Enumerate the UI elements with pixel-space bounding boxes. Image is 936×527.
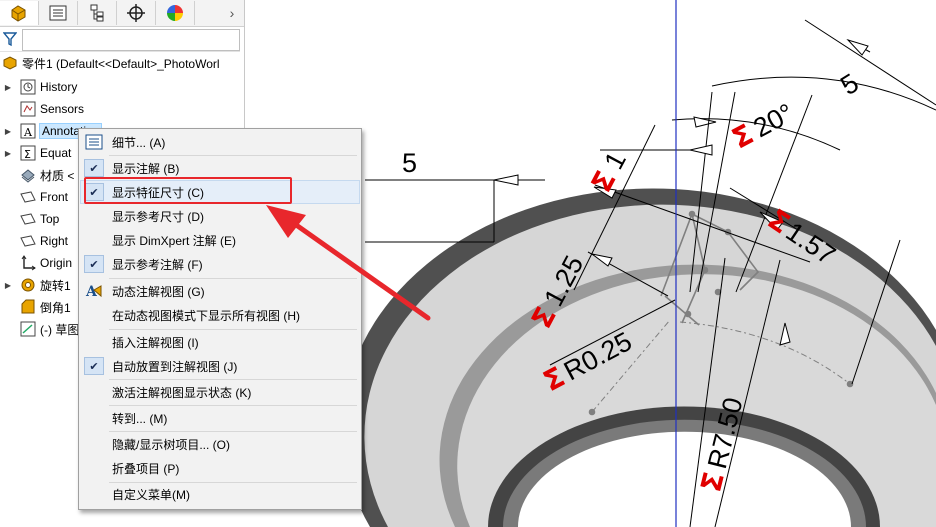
tree-item-sketch[interactable]: (-) 草图 <box>0 318 79 340</box>
dim-1-text: 1 <box>598 147 632 174</box>
tree-item-chamfer1[interactable]: 倒角1 <box>0 296 71 318</box>
menu-item-auto-place-annotation-view[interactable]: ✔ 自动放置到注解视图 (J) <box>81 355 359 377</box>
menu-separator <box>109 155 357 156</box>
menu-item-dynamic-annotation-views[interactable]: A 动态注解视图 (G) <box>81 280 359 302</box>
tree-filter-row <box>0 27 240 52</box>
color-wheel-icon <box>167 5 183 21</box>
menu-item-activate-display-state[interactable]: 激活注解视图显示状态 (K) <box>81 381 359 403</box>
highlight-rectangle <box>84 177 292 204</box>
tree-item-front-plane[interactable]: Front <box>0 186 68 208</box>
menu-item-customize-menu[interactable]: 自定义菜单(M) <box>81 483 359 505</box>
chamfer-icon <box>20 299 36 315</box>
property-list-icon <box>49 5 67 21</box>
tree-item-history[interactable]: ▶ History <box>0 76 77 98</box>
check-icon: ✔ <box>84 255 104 273</box>
svg-text:A: A <box>23 126 33 139</box>
menu-item-show-reference-dimensions[interactable]: 显示参考尺寸 (D) <box>81 205 359 227</box>
tree-item-sensors[interactable]: Sensors <box>0 98 84 120</box>
dim-angle[interactable]: Σ 20° <box>726 96 799 156</box>
details-list-icon <box>85 134 103 150</box>
dim-top-linear-text[interactable]: 5 <box>402 148 417 178</box>
property-manager-tab[interactable] <box>39 1 78 25</box>
part-icon <box>2 55 18 71</box>
crosshair-icon <box>127 4 145 22</box>
plane-icon <box>20 211 36 227</box>
svg-text:Σ: Σ <box>24 148 31 161</box>
tree-item-material[interactable]: 材质 < <box>0 164 74 186</box>
material-icon <box>20 167 36 183</box>
check-icon: ✔ <box>84 159 104 177</box>
expand-icon[interactable]: ▶ <box>4 142 12 164</box>
feature-manager-icon <box>11 5 26 22</box>
menu-separator <box>109 431 357 432</box>
configuration-manager-tab[interactable] <box>78 1 117 25</box>
dimxpert-manager-tab[interactable] <box>117 1 156 25</box>
dynamic-annotation-icon: A <box>85 284 102 300</box>
tree-item-origin[interactable]: Origin <box>0 252 72 274</box>
menu-item-show-reference-annotations[interactable]: ✔ 显示参考注解 (F) <box>81 253 359 275</box>
tree-root-part[interactable]: 零件1 (Default<<Default>_PhotoWorl <box>2 52 220 74</box>
expand-icon[interactable]: ▶ <box>4 274 12 296</box>
plane-icon <box>20 189 36 205</box>
history-icon <box>20 79 36 95</box>
dim-angle-text: 20° <box>748 98 798 144</box>
menu-item-go-to[interactable]: 转到... (M) <box>81 407 359 429</box>
feature-manager-tab[interactable] <box>0 1 39 25</box>
menu-item-insert-annotation-view[interactable]: 插入注解视图 (I) <box>81 331 359 353</box>
tree-item-equations[interactable]: ▶ Σ Equat <box>0 142 71 164</box>
display-manager-tab[interactable] <box>156 1 195 25</box>
tree-item-top-plane[interactable]: Top <box>0 208 59 230</box>
menu-separator <box>109 405 357 406</box>
revolve-icon <box>20 277 36 293</box>
equations-icon: Σ <box>20 145 36 161</box>
menu-separator <box>109 379 357 380</box>
tree-item-right-plane[interactable]: Right <box>0 230 68 252</box>
menu-separator <box>109 278 357 279</box>
part-body <box>342 188 936 527</box>
manager-tab-strip: › <box>0 0 244 27</box>
menu-item-details[interactable]: 细节... (A) <box>81 131 359 153</box>
menu-item-show-dimxpert-annotations[interactable]: 显示 DimXpert 注解 (E) <box>81 229 359 251</box>
origin-icon <box>20 255 36 271</box>
plane-icon <box>20 233 36 249</box>
annotation-icon: A <box>20 123 36 139</box>
check-icon: ✔ <box>84 357 104 375</box>
menu-item-show-annotations[interactable]: ✔ 显示注解 (B) <box>81 157 359 179</box>
tree-filter-input[interactable] <box>22 29 240 51</box>
menu-item-hide-show-tree-items[interactable]: 隐藏/显示树项目... (O) <box>81 433 359 455</box>
tree-item-revolve1[interactable]: ▶ 旋转1 <box>0 274 71 296</box>
menu-separator <box>109 329 357 330</box>
menu-item-collapse-items[interactable]: 折叠项目 (P) <box>81 457 359 479</box>
expand-icon[interactable]: ▶ <box>4 76 12 98</box>
tab-scroll-right-button[interactable]: › <box>220 0 244 26</box>
configuration-tree-icon <box>90 4 104 22</box>
tree-root-label: 零件1 (Default<<Default>_PhotoWorl <box>22 56 220 71</box>
sensors-icon <box>20 101 36 117</box>
menu-item-show-all-views-dynamic[interactable]: 在动态视图模式下显示所有视图 (H) <box>81 304 359 326</box>
sketch-icon <box>20 321 36 337</box>
expand-icon[interactable]: ▶ <box>4 120 12 142</box>
filter-icon[interactable] <box>3 31 17 47</box>
